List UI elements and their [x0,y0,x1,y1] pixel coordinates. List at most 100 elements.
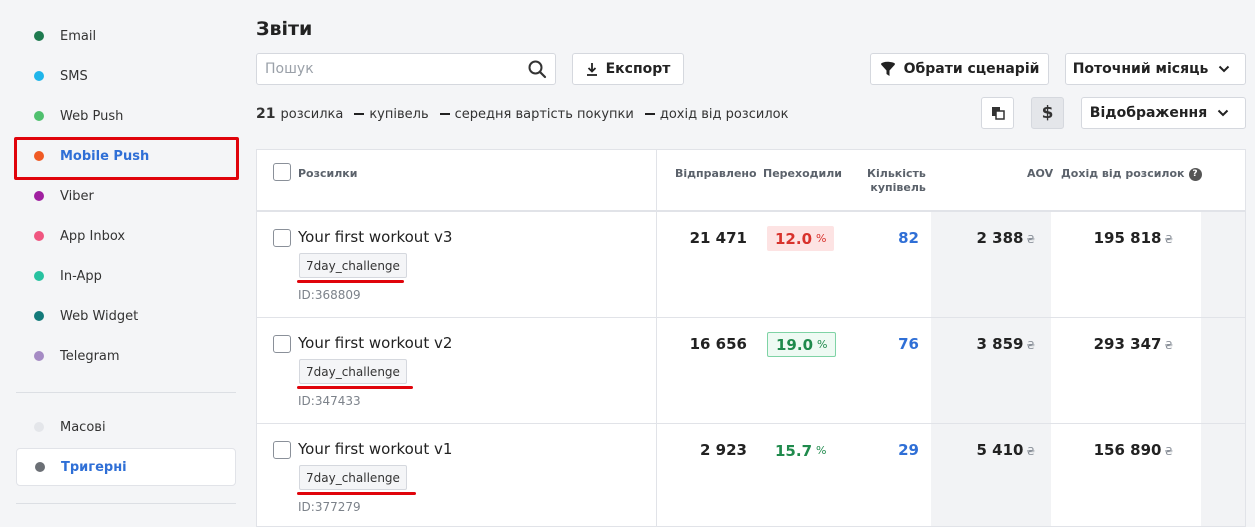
viber-dot-icon [34,191,44,201]
chevron-down-icon [1217,109,1229,117]
sent-value: 21 471 [689,229,747,247]
extra-column-shade [1201,212,1245,526]
select-scenario-button[interactable]: Обрати сценарій [870,53,1049,85]
mailing-name[interactable]: Your first workout v2 [298,334,452,352]
sidebar-item-web-widget[interactable]: Web Widget [16,297,236,335]
column-header-sent[interactable]: Відправлено [675,167,757,181]
row-checkbox[interactable] [273,229,291,247]
row-separator [257,423,1245,424]
mailing-id: ID:347433 [298,394,361,408]
legend-average-price: середня вартість покупки [439,107,634,122]
mailing-tag[interactable]: 7day_challenge [299,465,407,490]
search-icon[interactable] [527,59,547,79]
email-dot-icon [34,31,44,41]
purchases-link[interactable]: 82 [898,229,919,247]
display-dropdown[interactable]: Відображення [1081,97,1246,129]
sidebar-item-viber[interactable]: Viber [16,177,236,215]
row-checkbox[interactable] [273,335,291,353]
export-button[interactable]: Експорт [572,53,684,85]
chevron-down-icon [1219,65,1230,73]
sidebar-item-label: Web Push [60,108,124,124]
column-header-clicked[interactable]: Переходили [763,167,842,181]
sidebar-item-email[interactable]: Email [16,17,236,55]
export-label: Експорт [605,61,671,77]
aov-value: 3 859 ₴ [976,335,1036,353]
sidebar-item-label: SMS [60,68,88,84]
sidebar-item-web-push[interactable]: Web Push [16,97,236,135]
currency-toggle-button[interactable]: $ [1031,97,1064,129]
sidebar-item-label: Email [60,28,97,44]
mailing-id: ID:377279 [298,500,361,514]
copy-icon [991,107,1005,120]
clicked-percent: 12.0% [767,226,835,251]
copy-button[interactable] [981,97,1014,129]
display-label: Відображення [1089,105,1208,121]
sms-dot-icon [34,71,44,81]
sent-value: 2 923 [700,441,747,459]
row-checkbox[interactable] [273,441,291,459]
mass-dot-icon [34,422,44,432]
summary-bar: 21 розсилка купівель середня вартість по… [256,106,788,122]
download-icon [586,63,597,76]
sidebar-item-mass[interactable]: Масові [16,408,236,446]
trigger-dot-icon [35,462,45,472]
sidebar-item-trigger[interactable]: Тригерні [16,448,236,486]
select-scenario-label: Обрати сценарій [903,61,1040,77]
reports-table: Розсилки Відправлено Переходили Кількіст… [256,149,1246,527]
funnel-icon [880,61,895,76]
sidebar-item-app-inbox[interactable]: App Inbox [16,217,236,255]
mailing-count: 21 [256,106,276,122]
help-icon[interactable]: ? [1188,167,1202,181]
revenue-value: 156 890 ₴ [1093,441,1173,459]
annotation-underline [297,492,416,495]
web-push-dot-icon [34,111,44,121]
mailing-tag[interactable]: 7day_challenge [299,253,407,278]
aov-value: 5 410 ₴ [976,441,1036,459]
column-header-purchases[interactable]: Кількість купівель [867,167,926,195]
period-dropdown[interactable]: Поточний місяць [1065,53,1246,85]
mailing-name[interactable]: Your first workout v1 [298,440,452,458]
mailing-tag[interactable]: 7day_challenge [299,359,407,384]
annotation-underline [297,386,413,389]
mailing-name[interactable]: Your first workout v3 [298,228,452,246]
sidebar-item-label: Тригерні [61,459,127,475]
purchases-link[interactable]: 29 [898,441,919,459]
sidebar: Email SMS Web Push Mobile Push Viber App… [0,0,252,527]
sidebar-item-telegram[interactable]: Telegram [16,337,236,375]
clicked-percent: 19.0% [767,332,837,357]
sidebar-divider [16,503,236,504]
web-widget-dot-icon [34,311,44,321]
telegram-dot-icon [34,351,44,361]
aov-value: 2 388 ₴ [976,229,1036,247]
sidebar-item-in-app[interactable]: In-App [16,257,236,295]
page-title: Звіти [256,18,313,40]
legend-purchases: купівель [354,107,429,122]
column-header-aov[interactable]: AOV [1027,167,1053,181]
dollar-icon: $ [1041,103,1054,123]
search-input[interactable] [265,61,527,77]
clicked-percent: 15.7% [775,441,827,460]
in-app-dot-icon [34,271,44,281]
mailing-id: ID:368809 [298,288,361,302]
aov-column-shade [931,212,1051,526]
sidebar-item-label: Масові [60,419,106,435]
sidebar-item-label: Web Widget [60,308,139,324]
sidebar-item-label: App Inbox [60,228,126,244]
mailing-count-label: розсилка [280,106,344,122]
annotation-underline [297,280,404,283]
revenue-value: 293 347 ₴ [1093,335,1173,353]
row-separator [257,317,1245,318]
sidebar-item-label: In-App [60,268,102,284]
sidebar-divider [16,392,236,393]
column-header-revenue[interactable]: Дохід від розсилок? [1061,167,1202,181]
sidebar-item-sms[interactable]: SMS [16,57,236,95]
annotation-highlight-frame [14,137,239,180]
app-inbox-dot-icon [34,231,44,241]
purchases-link[interactable]: 76 [898,335,919,353]
sent-value: 16 656 [689,335,747,353]
revenue-value: 195 818 ₴ [1093,229,1173,247]
legend-revenue: дохід від розсилок [644,107,788,122]
period-label: Поточний місяць [1072,61,1209,77]
search-field[interactable] [256,53,556,85]
sidebar-item-label: Telegram [60,348,120,364]
